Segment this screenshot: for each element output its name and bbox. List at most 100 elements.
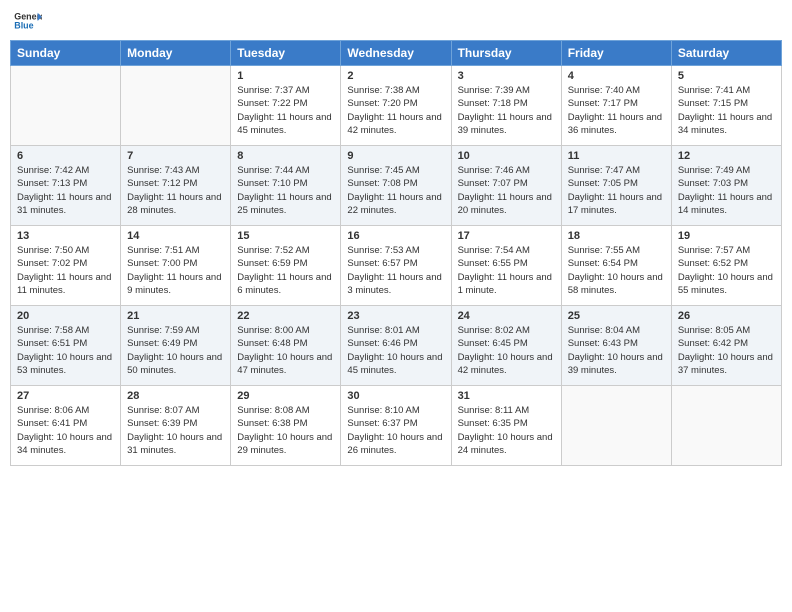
weekday-header-wednesday: Wednesday xyxy=(341,41,451,66)
day-detail: Sunrise: 7:37 AMSunset: 7:22 PMDaylight:… xyxy=(237,84,334,137)
day-detail: Sunrise: 7:47 AMSunset: 7:05 PMDaylight:… xyxy=(568,164,665,217)
day-detail: Sunrise: 8:10 AMSunset: 6:37 PMDaylight:… xyxy=(347,404,444,457)
calendar-cell: 2 Sunrise: 7:38 AMSunset: 7:20 PMDaylight… xyxy=(341,66,451,146)
day-detail: Sunrise: 7:55 AMSunset: 6:54 PMDaylight:… xyxy=(568,244,665,297)
day-number: 27 xyxy=(17,390,114,402)
calendar-cell: 13Sunrise: 7:50 AMSunset: 7:02 PMDayligh… xyxy=(11,226,121,306)
weekday-header-thursday: Thursday xyxy=(451,41,561,66)
calendar-cell: 30 Sunrise: 8:10 AMSunset: 6:37 PMDayligh… xyxy=(341,386,451,466)
day-detail: Sunrise: 7:44 AMSunset: 7:10 PMDaylight:… xyxy=(237,164,334,217)
calendar-cell: 14Sunrise: 7:51 AMSunset: 7:00 PMDayligh… xyxy=(121,226,231,306)
day-detail: Sunrise: 7:57 AMSunset: 6:52 PMDaylight:… xyxy=(678,244,775,297)
day-number: 8 xyxy=(237,150,334,162)
day-detail: Sunrise: 7:42 AMSunset: 7:13 PMDaylight:… xyxy=(17,164,114,217)
weekday-header-sunday: Sunday xyxy=(11,41,121,66)
day-number: 22 xyxy=(237,310,334,322)
weekday-header-monday: Monday xyxy=(121,41,231,66)
calendar-cell: 23 Sunrise: 8:01 AMSunset: 6:46 PMDayligh… xyxy=(341,306,451,386)
calendar-cell: 18 Sunrise: 7:55 AMSunset: 6:54 PMDayligh… xyxy=(561,226,671,306)
day-number: 20 xyxy=(17,310,114,322)
day-detail: Sunrise: 8:05 AMSunset: 6:42 PMDaylight:… xyxy=(678,324,775,377)
calendar-table: SundayMondayTuesdayWednesdayThursdayFrid… xyxy=(10,40,782,466)
day-detail: Sunrise: 7:38 AMSunset: 7:20 PMDaylight:… xyxy=(347,84,444,137)
day-number: 5 xyxy=(678,70,775,82)
day-number: 31 xyxy=(458,390,555,402)
calendar-cell: 5 Sunrise: 7:41 AMSunset: 7:15 PMDaylight… xyxy=(671,66,781,146)
day-detail: Sunrise: 8:02 AMSunset: 6:45 PMDaylight:… xyxy=(458,324,555,377)
week-row-5: 27Sunrise: 8:06 AMSunset: 6:41 PMDayligh… xyxy=(11,386,782,466)
calendar-cell xyxy=(11,66,121,146)
day-number: 25 xyxy=(568,310,665,322)
calendar-cell: 4Sunrise: 7:40 AMSunset: 7:17 PMDaylight… xyxy=(561,66,671,146)
day-number: 11 xyxy=(568,150,665,162)
day-detail: Sunrise: 7:45 AMSunset: 7:08 PMDaylight:… xyxy=(347,164,444,217)
day-number: 30 xyxy=(347,390,444,402)
week-row-1: 1Sunrise: 7:37 AMSunset: 7:22 PMDaylight… xyxy=(11,66,782,146)
calendar-cell: 9 Sunrise: 7:45 AMSunset: 7:08 PMDaylight… xyxy=(341,146,451,226)
calendar-cell: 20 Sunrise: 7:58 AMSunset: 6:51 PMDayligh… xyxy=(11,306,121,386)
day-number: 14 xyxy=(127,230,224,242)
day-number: 17 xyxy=(458,230,555,242)
page-header: General Blue xyxy=(10,10,782,32)
calendar-cell: 26 Sunrise: 8:05 AMSunset: 6:42 PMDayligh… xyxy=(671,306,781,386)
calendar-cell: 25 Sunrise: 8:04 AMSunset: 6:43 PMDayligh… xyxy=(561,306,671,386)
day-number: 15 xyxy=(237,230,334,242)
day-detail: Sunrise: 7:54 AMSunset: 6:55 PMDaylight:… xyxy=(458,244,555,297)
day-number: 16 xyxy=(347,230,444,242)
calendar-cell: 22 Sunrise: 8:00 AMSunset: 6:48 PMDayligh… xyxy=(231,306,341,386)
calendar-cell: 11 Sunrise: 7:47 AMSunset: 7:05 PMDayligh… xyxy=(561,146,671,226)
day-detail: Sunrise: 7:52 AMSunset: 6:59 PMDaylight:… xyxy=(237,244,334,297)
calendar-cell: 31 Sunrise: 8:11 AMSunset: 6:35 PMDayligh… xyxy=(451,386,561,466)
logo-icon: General Blue xyxy=(14,10,42,32)
week-row-4: 20 Sunrise: 7:58 AMSunset: 6:51 PMDayligh… xyxy=(11,306,782,386)
calendar-cell: 21 Sunrise: 7:59 AMSunset: 6:49 PMDayligh… xyxy=(121,306,231,386)
calendar-cell: 3 Sunrise: 7:39 AMSunset: 7:18 PMDaylight… xyxy=(451,66,561,146)
calendar-cell: 6 Sunrise: 7:42 AMSunset: 7:13 PMDaylight… xyxy=(11,146,121,226)
day-detail: Sunrise: 7:59 AMSunset: 6:49 PMDaylight:… xyxy=(127,324,224,377)
calendar-cell xyxy=(121,66,231,146)
day-detail: Sunrise: 8:04 AMSunset: 6:43 PMDaylight:… xyxy=(568,324,665,377)
day-number: 12 xyxy=(678,150,775,162)
calendar-cell: 15 Sunrise: 7:52 AMSunset: 6:59 PMDayligh… xyxy=(231,226,341,306)
day-detail: Sunrise: 7:40 AMSunset: 7:17 PMDaylight:… xyxy=(568,84,665,137)
weekday-header-friday: Friday xyxy=(561,41,671,66)
day-number: 26 xyxy=(678,310,775,322)
calendar-cell: 10 Sunrise: 7:46 AMSunset: 7:07 PMDayligh… xyxy=(451,146,561,226)
calendar-cell xyxy=(671,386,781,466)
day-detail: Sunrise: 7:41 AMSunset: 7:15 PMDaylight:… xyxy=(678,84,775,137)
day-number: 2 xyxy=(347,70,444,82)
calendar-cell: 24 Sunrise: 8:02 AMSunset: 6:45 PMDayligh… xyxy=(451,306,561,386)
day-number: 21 xyxy=(127,310,224,322)
day-number: 7 xyxy=(127,150,224,162)
logo: General Blue xyxy=(14,10,42,32)
day-number: 6 xyxy=(17,150,114,162)
day-number: 13 xyxy=(17,230,114,242)
day-detail: Sunrise: 8:01 AMSunset: 6:46 PMDaylight:… xyxy=(347,324,444,377)
weekday-header-row: SundayMondayTuesdayWednesdayThursdayFrid… xyxy=(11,41,782,66)
day-number: 24 xyxy=(458,310,555,322)
calendar-cell: 1Sunrise: 7:37 AMSunset: 7:22 PMDaylight… xyxy=(231,66,341,146)
calendar-cell: 8 Sunrise: 7:44 AMSunset: 7:10 PMDaylight… xyxy=(231,146,341,226)
weekday-header-saturday: Saturday xyxy=(671,41,781,66)
day-detail: Sunrise: 7:46 AMSunset: 7:07 PMDaylight:… xyxy=(458,164,555,217)
day-number: 28 xyxy=(127,390,224,402)
day-number: 19 xyxy=(678,230,775,242)
day-detail: Sunrise: 8:08 AMSunset: 6:38 PMDaylight:… xyxy=(237,404,334,457)
day-number: 10 xyxy=(458,150,555,162)
day-detail: Sunrise: 7:39 AMSunset: 7:18 PMDaylight:… xyxy=(458,84,555,137)
day-detail: Sunrise: 8:07 AMSunset: 6:39 PMDaylight:… xyxy=(127,404,224,457)
calendar-cell: 19 Sunrise: 7:57 AMSunset: 6:52 PMDayligh… xyxy=(671,226,781,306)
day-number: 23 xyxy=(347,310,444,322)
calendar-cell xyxy=(561,386,671,466)
day-detail: Sunrise: 7:58 AMSunset: 6:51 PMDaylight:… xyxy=(17,324,114,377)
day-detail: Sunrise: 8:11 AMSunset: 6:35 PMDaylight:… xyxy=(458,404,555,457)
day-number: 3 xyxy=(458,70,555,82)
svg-text:Blue: Blue xyxy=(14,21,33,31)
calendar-cell: 16Sunrise: 7:53 AMSunset: 6:57 PMDayligh… xyxy=(341,226,451,306)
day-number: 29 xyxy=(237,390,334,402)
day-detail: Sunrise: 8:00 AMSunset: 6:48 PMDaylight:… xyxy=(237,324,334,377)
day-number: 18 xyxy=(568,230,665,242)
calendar-cell: 29 Sunrise: 8:08 AMSunset: 6:38 PMDayligh… xyxy=(231,386,341,466)
week-row-2: 6 Sunrise: 7:42 AMSunset: 7:13 PMDaylight… xyxy=(11,146,782,226)
day-number: 9 xyxy=(347,150,444,162)
